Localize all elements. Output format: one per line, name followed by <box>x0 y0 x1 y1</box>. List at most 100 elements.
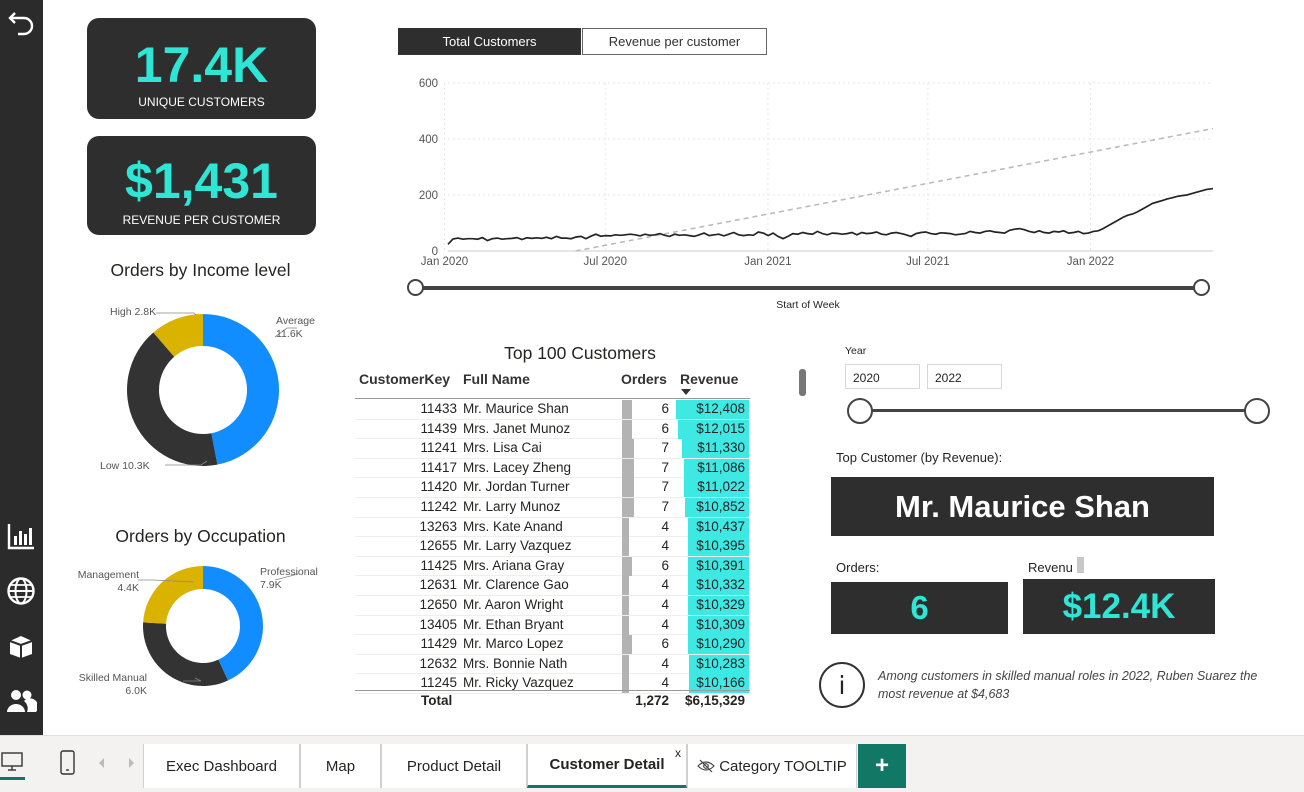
kpi-unique-customers: 17.4K UNIQUE CUSTOMERS <box>87 18 316 119</box>
tab-map[interactable]: Map <box>300 744 381 788</box>
table-row[interactable]: 11429 Mr. Marco Lopez 6 $10,290 <box>355 635 750 655</box>
table-row[interactable]: 12631 Mr. Clarence Gao 4 $10,332 <box>355 576 750 596</box>
cell-orders: 6 <box>661 420 669 436</box>
cell-customerkey: 12650 <box>419 597 457 612</box>
cell-full-name: Mr. Aaron Wright <box>463 597 564 612</box>
kpi-revenue-per-customer: $1,431 REVENUE PER CUSTOMER <box>87 136 316 235</box>
table-row[interactable]: 11417 Mrs. Lacey Zheng 7 $11,086 <box>355 458 750 479</box>
x-axis: Jan 2020 Jul 2020 Jan 2021 Jul 2021 Jan 2022 <box>421 256 1114 268</box>
tab-customer-detail-label: Customer Detail <box>549 756 665 773</box>
back-arrow-icon[interactable] <box>3 4 39 40</box>
users-icon[interactable] <box>3 683 39 719</box>
total-orders: 1,272 <box>635 693 669 708</box>
date-slider-start-handle[interactable] <box>407 279 424 296</box>
year-slider-track[interactable] <box>860 409 1257 412</box>
cell-customerkey: 12632 <box>419 655 457 671</box>
occupation-label-skilled-manual: Skilled Manual 6.0K <box>75 672 147 698</box>
y-tick-label: 200 <box>419 190 438 202</box>
cell-orders: 4 <box>661 538 669 554</box>
occupation-skilled-name: Skilled Manual <box>78 672 147 684</box>
box-icon[interactable] <box>3 628 39 664</box>
slice-management[interactable] <box>143 566 203 624</box>
cell-customerkey: 12631 <box>419 577 457 593</box>
table-row[interactable]: 12632 Mrs. Bonnie Nath 4 $10,283 <box>355 654 750 675</box>
bar-chart-icon[interactable] <box>3 518 39 554</box>
cell-full-name: Mr. Ethan Bryant <box>463 616 564 632</box>
table-row[interactable]: 11439 Mrs. Janet Munoz 6 $12,015 <box>355 419 750 440</box>
header-divider <box>355 398 750 399</box>
table-row[interactable]: 11242 Mr. Larry Munoz 7 $10,852 <box>355 498 750 518</box>
income-low-value: 10.3K <box>122 460 150 472</box>
tab-category-tooltip-label: Category TOOLTIP <box>719 757 847 775</box>
revenue-label: Revenu <box>1028 560 1073 575</box>
tab-category-tooltip[interactable]: Category TOOLTIP <box>687 744 857 788</box>
table-title: Top 100 Customers <box>504 343 656 363</box>
year-from-input[interactable]: 2020 <box>845 364 920 389</box>
table-row[interactable]: 11245 Mr. Ricky Vazquez 4 $10,166 <box>355 674 750 694</box>
year-slider-end-handle[interactable] <box>1244 398 1270 424</box>
table-row[interactable]: 12650 Mr. Aaron Wright 4 $10,329 <box>355 596 750 616</box>
tab-product-detail[interactable]: Product Detail <box>381 744 527 788</box>
table-row[interactable]: 11425 Mrs. Ariana Gray 6 $10,391 <box>355 556 750 577</box>
desktop-view-indicator <box>0 777 25 780</box>
toggle-revenue-per-customer[interactable]: Revenue per customer <box>582 28 767 55</box>
top-customer-label: Top Customer (by Revenue): <box>836 450 1003 465</box>
top-customer-orders-value: 6 <box>831 582 1008 634</box>
cell-orders: 4 <box>661 597 669 612</box>
cell-orders: 4 <box>661 675 669 691</box>
desktop-view-icon[interactable] <box>0 748 25 776</box>
page-tab-bar: Exec Dashboard Map Product Detail Custom… <box>0 735 1304 792</box>
mobile-view-icon[interactable] <box>58 748 78 776</box>
year-slider-start-handle[interactable] <box>847 398 873 424</box>
income-average-value: 11.6K <box>276 328 303 340</box>
table-row[interactable]: 11420 Mr. Jordan Turner 7 $11,022 <box>355 478 750 498</box>
prev-page-icon[interactable] <box>99 758 104 768</box>
year-filter-label: Year <box>845 345 867 357</box>
occupation-professional-name: Professional <box>260 566 318 578</box>
table-row[interactable]: 12655 Mr. Larry Vazquez 4 $10,395 <box>355 537 750 557</box>
cell-revenue: $10,329 <box>696 597 745 612</box>
occupation-management-name: Management <box>77 569 139 581</box>
toggle-total-customers[interactable]: Total Customers <box>398 28 581 55</box>
cell-full-name: Mrs. Ariana Gray <box>463 557 565 573</box>
cell-orders: 4 <box>661 616 669 632</box>
sort-desc-icon[interactable] <box>681 389 691 395</box>
x-tick-label: Jan 2022 <box>1067 256 1114 268</box>
cell-revenue: $12,015 <box>696 420 745 436</box>
date-slider-track[interactable] <box>415 286 1202 290</box>
tab-customer-detail[interactable]: Customer Detail x <box>527 744 687 788</box>
x-tick-label: Jul 2021 <box>906 256 949 268</box>
col-header-orders[interactable]: Orders <box>621 371 667 387</box>
table-row[interactable]: 13405 Mr. Ethan Bryant 4 $10,309 <box>355 615 750 636</box>
col-header-customerkey[interactable]: CustomerKey <box>359 371 450 387</box>
globe-icon[interactable] <box>3 573 39 609</box>
table-row[interactable]: 11241 Mrs. Lisa Cai 7 $11,330 <box>355 439 750 459</box>
cell-orders: 6 <box>661 557 669 573</box>
x-tick-label: Jan 2020 <box>421 256 468 268</box>
tab-exec-dashboard[interactable]: Exec Dashboard <box>143 744 300 788</box>
next-page-icon[interactable] <box>129 758 134 768</box>
slice-skilled-manual[interactable] <box>143 622 228 686</box>
col-header-revenue[interactable]: Revenue <box>680 371 738 387</box>
add-page-button[interactable]: + <box>858 744 906 788</box>
table-row[interactable]: 13263 Mrs. Kate Anand 4 $10,437 <box>355 517 750 538</box>
table-scrollbar[interactable] <box>799 369 806 396</box>
occupation-skilled-value: 6.0K <box>125 685 147 697</box>
col-header-full-name[interactable]: Full Name <box>463 371 530 387</box>
table-row[interactable]: 11433 Mr. Maurice Shan 6 $12,408 <box>355 400 750 420</box>
year-to-input[interactable]: 2022 <box>927 364 1002 389</box>
cell-revenue: $10,395 <box>696 538 745 554</box>
cell-customerkey: 13405 <box>419 616 457 632</box>
occupation-management-value: 4.4K <box>117 582 139 594</box>
chart-grid <box>443 82 1213 252</box>
date-slider-end-handle[interactable] <box>1193 279 1210 296</box>
total-label: Total <box>421 693 453 708</box>
occupation-professional-value: 7.9K <box>260 579 282 591</box>
total-revenue: $6,15,329 <box>684 693 745 708</box>
close-tab-icon[interactable]: x <box>675 746 681 760</box>
slice-average[interactable] <box>203 314 279 465</box>
kpi-value: 17.4K <box>134 37 269 93</box>
income-low-name: Low <box>100 460 120 472</box>
series-total-customers <box>447 187 1213 245</box>
cell-full-name: Mrs. Kate Anand <box>463 518 563 534</box>
